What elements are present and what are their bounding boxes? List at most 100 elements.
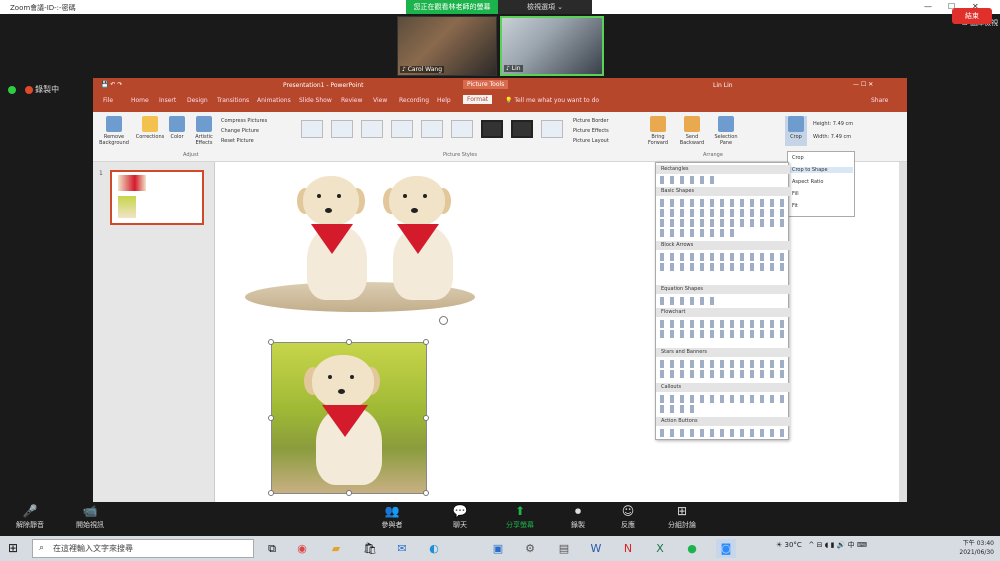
tab-insert[interactable]: Insert [159,97,176,104]
color-button[interactable]: Color [165,116,189,140]
system-tray[interactable]: ☀ 30°C ^ ⊟ ◖ ▮ 🔊 中 ⌨ [776,540,867,550]
picture-layout-button[interactable]: Picture Layout [573,136,609,146]
excel-icon[interactable]: X [650,539,670,558]
shape-row[interactable] [660,395,784,403]
file-explorer-icon[interactable]: ▰ [326,539,346,558]
corrections-button[interactable]: Corrections [133,116,167,140]
resize-handle[interactable] [423,339,429,345]
picture-style-6[interactable] [451,120,473,138]
store-icon[interactable]: 🛍 [360,539,380,558]
shape-row[interactable] [660,370,784,378]
picture-style-3[interactable] [361,120,383,138]
resize-handle[interactable] [346,490,352,496]
crop-to-shape-item[interactable]: Crop to Shape [789,167,853,173]
picture-style-2[interactable] [331,120,353,138]
tab-review[interactable]: Review [341,97,362,104]
artistic-effects-button[interactable]: Artistic Effects [191,116,217,146]
resize-handle[interactable] [268,339,274,345]
shape-row[interactable] [660,209,784,217]
fit-item[interactable]: Fit [792,203,798,209]
tab-transitions[interactable]: Transitions [217,97,249,104]
reactions-button[interactable]: ☺ 反應 [598,504,658,530]
crop-button[interactable]: Crop [785,116,807,146]
width-field[interactable]: Width: 7.49 cm [813,131,853,144]
change-picture-button[interactable]: Change Picture [221,126,267,136]
shape-row[interactable] [660,199,784,207]
height-field[interactable]: Height: 7.49 cm [813,118,853,131]
shape-row[interactable] [660,229,740,237]
tab-animations[interactable]: Animations [257,97,291,104]
picture-style-9[interactable] [541,120,563,138]
picture-style-8[interactable] [511,120,533,138]
taskbar-clock[interactable]: 下午 03:40 2021/06/30 [926,539,994,557]
aspect-ratio-item[interactable]: Aspect Ratio [792,179,823,185]
dogs-picture[interactable] [245,172,477,312]
shape-row[interactable] [660,360,784,368]
share-screen-button[interactable]: ⬆ 分享螢幕 [490,504,550,530]
tell-me-box[interactable]: 💡 Tell me what you want to do [505,97,599,104]
terminal-icon[interactable]: ▤ [554,539,574,558]
shape-row[interactable] [660,219,784,227]
participants-button[interactable]: 👥 參與者 [362,504,422,530]
picture-style-1[interactable] [301,120,323,138]
chrome-icon[interactable]: ◉ [292,539,312,558]
word-icon[interactable]: W [586,539,606,558]
task-view-icon[interactable]: ⧉ [262,539,282,558]
ppt-window-controls-icon[interactable]: — ☐ ✕ [853,81,873,88]
line-icon[interactable]: ● [682,539,702,558]
user-name[interactable]: Lin Lin [713,82,733,89]
settings-gear-icon[interactable]: ⚙ [520,539,540,558]
resize-handle[interactable] [423,490,429,496]
share-button[interactable]: Share [871,97,888,104]
crop-menu-item[interactable]: Crop [792,155,804,161]
start-video-button[interactable]: 📹 開始視訊 [60,504,120,530]
resize-handle[interactable] [268,490,274,496]
participant-video-2[interactable]: ♪ Lin [500,16,604,76]
end-meeting-button[interactable]: 結束 [952,8,992,24]
windows-start-icon[interactable]: ⊞ [8,541,18,555]
tab-recording[interactable]: Recording [399,97,429,104]
tab-view[interactable]: View [373,97,387,104]
picture-border-button[interactable]: Picture Border [573,116,609,126]
shape-row[interactable] [660,405,700,413]
picture-style-4[interactable] [391,120,413,138]
tab-format[interactable]: Format [463,95,493,104]
vertical-scrollbar[interactable] [899,162,907,502]
shape-row[interactable] [660,263,784,271]
resize-handle[interactable] [423,415,429,421]
view-options-button[interactable]: 檢視選項 ⌄ [498,0,592,14]
rotate-handle-icon[interactable] [439,316,448,325]
taskbar-search-box[interactable]: ⌕ 在這裡輸入文字來搜尋 [32,539,254,558]
picture-effects-button[interactable]: Picture Effects [573,126,609,136]
shape-row[interactable] [660,297,720,305]
picture-style-7[interactable] [481,120,503,138]
compress-pictures-button[interactable]: Compress Pictures [221,116,267,126]
tab-slide-show[interactable]: Slide Show [299,97,332,104]
resize-handle[interactable] [268,415,274,421]
shape-row[interactable] [660,330,784,338]
mail-icon[interactable]: ✉ [392,539,412,558]
send-backward-button[interactable]: Send Backward [675,116,709,146]
zoom-app-icon[interactable]: ◙ [716,539,736,558]
tab-design[interactable]: Design [187,97,208,104]
shape-row[interactable] [660,253,784,261]
picture-style-5[interactable] [421,120,443,138]
photos-icon[interactable]: ▣ [488,539,508,558]
shape-row[interactable] [660,176,720,184]
unmute-button[interactable]: 🎤 解除靜音 [0,504,60,530]
slide-thumbnail[interactable] [110,170,204,225]
breakout-rooms-button[interactable]: ⊞ 分組討論 [652,504,712,530]
fill-item[interactable]: Fill [792,191,799,197]
resize-handle[interactable] [346,339,352,345]
netflix-icon[interactable]: N [618,539,638,558]
quick-access-icon[interactable]: 💾 ↶ ↷ [101,81,122,88]
tab-home[interactable]: Home [131,97,149,104]
selection-pane-button[interactable]: Selection Pane [709,116,743,146]
chat-button[interactable]: 💬 聊天 [430,504,490,530]
edge-icon[interactable]: ◐ [424,539,444,558]
minimize-icon[interactable]: — [924,2,932,11]
selected-dog-photo[interactable] [268,339,429,496]
tab-help[interactable]: Help [437,97,451,104]
shape-row[interactable] [660,320,784,328]
bring-forward-button[interactable]: Bring Forward [641,116,675,146]
